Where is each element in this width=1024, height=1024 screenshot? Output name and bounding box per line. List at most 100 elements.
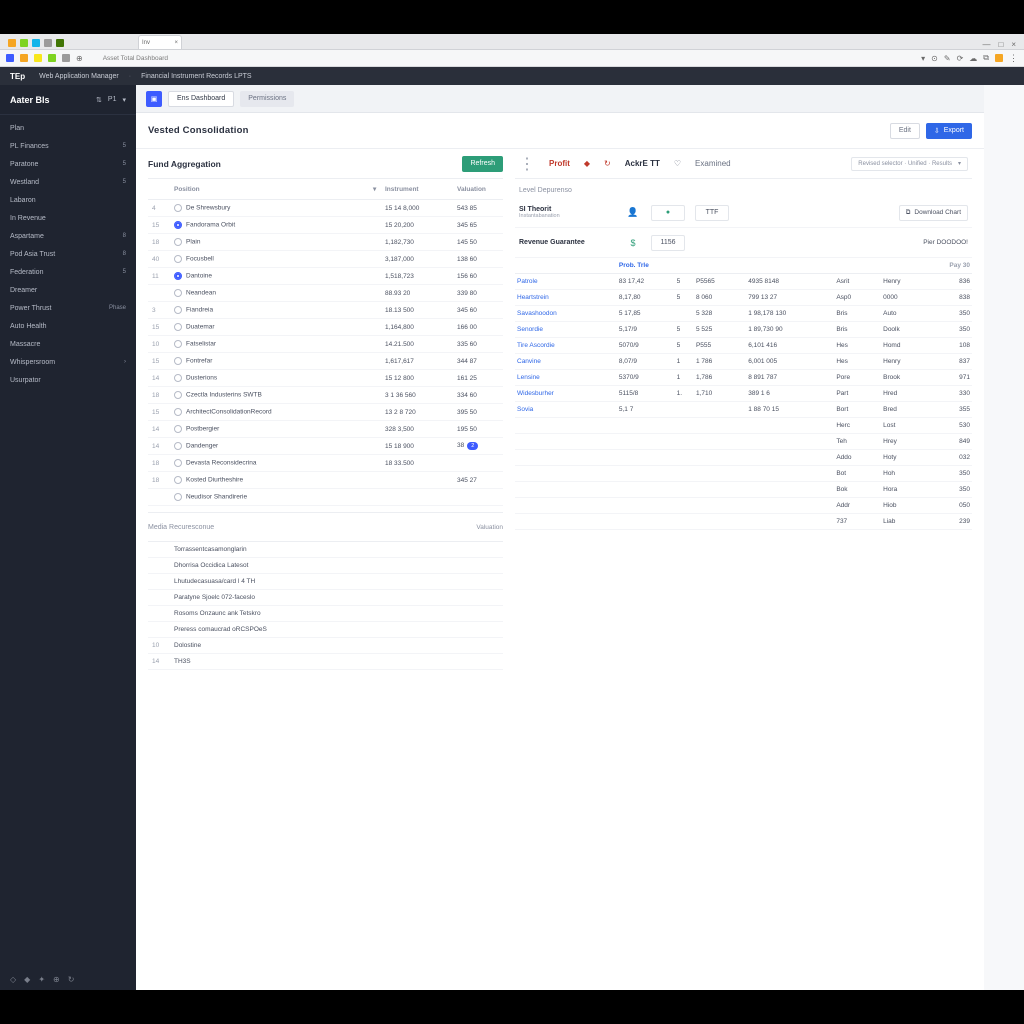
radio-icon[interactable]	[174, 323, 182, 331]
row-name[interactable]: Heartstrein	[515, 290, 617, 306]
table-row[interactable]: 15 Duatemar 1,164,800 166 00	[148, 319, 503, 336]
sidebar-item[interactable]: PL Finances5	[0, 137, 136, 155]
breadcrumb[interactable]: Financial Instrument Records LPTS	[141, 73, 252, 80]
table-row[interactable]: Lensine 5370/9 1 1,786 8 891 787 Pore Br…	[515, 370, 972, 386]
result-selector[interactable]: Revised selector · Unified · Results ▾	[851, 157, 968, 171]
table-row[interactable]: 10 Fatselistar 14.21.500 335 60	[148, 336, 503, 353]
table-row[interactable]: Senordie 5,17/9 5 5 525 1 89,730 90 Bris…	[515, 322, 972, 338]
table-row[interactable]: Lhutudecasuasa/card l 4 TH	[148, 574, 503, 590]
close-window-icon[interactable]: ×	[1011, 40, 1016, 49]
extension-icon[interactable]: ⊙	[931, 54, 938, 63]
table-row[interactable]: 4 De Shrewsbury 15 14 8,000 543 85	[148, 200, 503, 217]
radio-icon[interactable]	[174, 238, 182, 246]
table-row[interactable]: Addo Hoty 032	[515, 450, 972, 466]
row-name[interactable]: Sovia	[515, 402, 617, 418]
extension-icon[interactable]: ▾	[921, 54, 925, 63]
row-name[interactable]: Widesburher	[515, 386, 617, 402]
row-name[interactable]: Lensine	[515, 370, 617, 386]
table-row[interactable]: Rosoms Onzaunc ank Tetskro	[148, 606, 503, 622]
column-header[interactable]	[515, 258, 617, 274]
row-name[interactable]	[515, 498, 617, 514]
export-button[interactable]: ⇩ Export	[926, 123, 972, 139]
row-name[interactable]: Savashoodon	[515, 306, 617, 322]
column-header[interactable]	[746, 258, 834, 274]
tool-icon[interactable]: ◆	[24, 975, 32, 984]
table-row[interactable]: 14 Postbergier 328 3,500 195 50	[148, 421, 503, 438]
row-name[interactable]: Senordie	[515, 322, 617, 338]
tab-icon[interactable]: ♡	[674, 159, 681, 168]
bookmark-icon[interactable]	[34, 54, 42, 62]
table-row[interactable]: 10Dolostine	[148, 638, 503, 654]
radio-icon[interactable]	[174, 459, 182, 467]
radio-icon[interactable]	[174, 357, 182, 365]
tool-icon[interactable]: ↻	[68, 975, 77, 984]
close-icon[interactable]: ×	[174, 40, 178, 46]
row-name[interactable]	[515, 482, 617, 498]
chevron-down-icon[interactable]: ▾	[122, 96, 126, 104]
radio-icon[interactable]	[174, 340, 182, 348]
bookmark-icon[interactable]	[48, 54, 56, 62]
table-row[interactable]: Teh Hrey 849	[515, 434, 972, 450]
radio-icon[interactable]	[174, 476, 182, 484]
menu-icon[interactable]: ⋮	[1009, 53, 1018, 64]
sidebar-item[interactable]: Usurpator	[0, 371, 136, 389]
download-chart-button[interactable]: ⧉Download Chart	[899, 205, 968, 221]
column-header[interactable]: Instrument	[381, 179, 453, 200]
sidebar-item[interactable]: Westland5	[0, 173, 136, 191]
table-row[interactable]: 18 Devasta Reconsidecrina 18 33.500	[148, 455, 503, 472]
radio-icon[interactable]	[174, 374, 182, 382]
maximize-icon[interactable]: □	[998, 40, 1003, 49]
table-row[interactable]: Torrassentcasamonglarin	[148, 542, 503, 558]
column-header[interactable]: Prob. Trle	[617, 258, 675, 274]
table-row[interactable]: Canvine 8,07/9 1 1 786 6,001 005 Hes Hen…	[515, 354, 972, 370]
refresh-button[interactable]: Refresh	[462, 156, 503, 172]
table-row[interactable]: Paratyne Sjoelc 072-faceslo	[148, 590, 503, 606]
new-tab-icon[interactable]: ⊕	[76, 54, 83, 63]
sidebar-item[interactable]: Aspartame8	[0, 227, 136, 245]
sidebar-item[interactable]: Massacre	[0, 335, 136, 353]
row-name[interactable]	[515, 450, 617, 466]
table-row[interactable]: 15 ArchitectConsolidationRecord 13 2 8 7…	[148, 404, 503, 421]
table-row[interactable]: Heartstrein 8,17,80 5 8 060 799 13 27 As…	[515, 290, 972, 306]
table-row[interactable]: 18 Plain 1,182,730 145 50	[148, 234, 503, 251]
table-row[interactable]: 18 Czectla Industerins SWTB 3 1 36 560 3…	[148, 387, 503, 404]
bookmark-icon[interactable]	[20, 54, 28, 62]
column-header[interactable]	[148, 179, 170, 200]
pinned-tab[interactable]	[56, 39, 64, 47]
row-name[interactable]: Tire Ascordie	[515, 338, 617, 354]
radio-icon[interactable]	[174, 425, 182, 433]
tool-icon[interactable]: ⊕	[53, 975, 62, 984]
row-name[interactable]	[515, 434, 617, 450]
radio-icon[interactable]	[174, 442, 182, 450]
sidebar-item[interactable]: Power ThrustPhase	[0, 299, 136, 317]
table-row[interactable]: Savashoodon 5 17,85 5 328 1 98,178 130 B…	[515, 306, 972, 322]
row-name[interactable]	[515, 466, 617, 482]
pinned-tab[interactable]	[20, 39, 28, 47]
breadcrumb[interactable]: Web Application Manager	[39, 73, 119, 80]
table-row[interactable]: Tire Ascordie 5070/9 5 P555 6,101 416 He…	[515, 338, 972, 354]
tab-permissions[interactable]: Permissions	[240, 91, 294, 107]
row-name[interactable]: Patrole	[515, 274, 617, 290]
row-name[interactable]: Canvine	[515, 354, 617, 370]
radio-icon[interactable]	[174, 493, 182, 501]
extension-icon[interactable]: ☁	[969, 54, 977, 63]
table-row[interactable]: Herc Lost 530	[515, 418, 972, 434]
radio-icon[interactable]	[174, 272, 182, 280]
table-row[interactable]: 14TH3S	[148, 654, 503, 670]
radio-icon[interactable]	[174, 221, 182, 229]
sidebar-item[interactable]: Paratone5	[0, 155, 136, 173]
bookmark-icon[interactable]	[62, 54, 70, 62]
filter-icon[interactable]: ⇅	[96, 96, 102, 104]
extension-icon[interactable]	[995, 54, 1003, 62]
table-row[interactable]: 737 Liab 239	[515, 514, 972, 530]
address-bar[interactable]: Asset Total Dashboard	[99, 53, 905, 63]
tab-icon[interactable]: ↻	[604, 159, 611, 168]
table-row[interactable]: 15 Fandorama Orbit 15 20,200 345 65	[148, 217, 503, 234]
table-row[interactable]: 14 Dandenger 15 18 900 382	[148, 438, 503, 455]
sidebar-item[interactable]: Plan	[0, 119, 136, 137]
extension-icon[interactable]: ⧉	[983, 53, 989, 63]
table-row[interactable]: Bot Hoh 350	[515, 466, 972, 482]
sidebar-item[interactable]: Pod Asia Trust8	[0, 245, 136, 263]
tab-icon[interactable]: ◆	[584, 159, 590, 168]
table-row[interactable]: 15 Fontrefar 1,617,617 344 87	[148, 353, 503, 370]
